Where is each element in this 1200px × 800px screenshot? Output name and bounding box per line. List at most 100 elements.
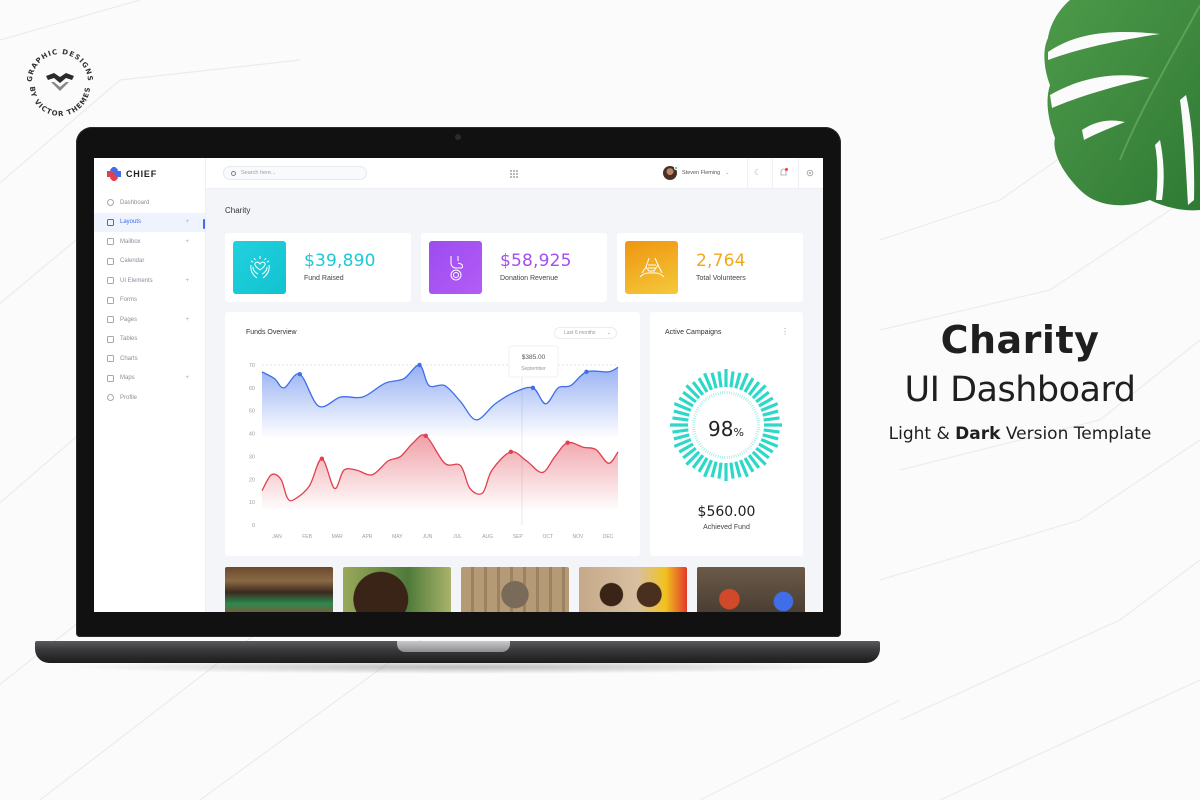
ui-elements-icon	[107, 277, 114, 285]
sidebar-item-maps[interactable]: Maps +	[94, 369, 205, 389]
sidebar-nav: Dashboard Layouts + Mailbox + Calendar UI Elem…	[94, 193, 205, 408]
x-tick-label: FEB	[302, 534, 312, 540]
gauge-tick	[672, 428, 689, 434]
gauge-inner-tick	[744, 398, 748, 401]
gauge-inner-tick	[753, 408, 757, 411]
camera-icon	[455, 134, 461, 140]
gauge-inner-tick	[739, 394, 742, 398]
x-tick-label: JAN	[272, 534, 282, 540]
page-title: Charity	[225, 206, 251, 215]
data-point	[319, 456, 325, 461]
sidebar-item-mailbox[interactable]: Mailbox +	[94, 232, 205, 252]
app-logo[interactable]: CHIEF	[94, 158, 205, 189]
y-tick-label: 60	[249, 386, 255, 392]
stat-value: $39,890	[304, 251, 376, 271]
stat-tile	[625, 241, 678, 294]
gauge-inner-tick	[697, 441, 700, 444]
dashboard-icon	[107, 199, 114, 207]
gauge-inner-tick	[749, 402, 753, 406]
sidebar-item-profile[interactable]: Profile	[94, 388, 205, 408]
more-options-icon[interactable]: ⋮	[781, 328, 789, 336]
sidebar-item-forms[interactable]: Forms	[94, 291, 205, 311]
x-tick-label: MAY	[392, 534, 403, 540]
monstera-leaf-decoration	[1044, 0, 1200, 211]
gauge-inner-tick	[717, 391, 719, 395]
expand-plus-icon: +	[185, 238, 189, 245]
campaign-progress-gauge: 98%	[670, 369, 782, 481]
gauge-inner-tick	[693, 433, 697, 435]
gauge-inner-tick	[731, 455, 733, 459]
hero-tagline: Light & Dark Version Template	[860, 424, 1180, 444]
settings-gear-icon[interactable]	[806, 169, 814, 177]
gauge-inner-tick	[703, 447, 706, 451]
tagline-bold: Dark	[955, 424, 1001, 444]
data-point	[584, 369, 589, 375]
dark-mode-moon-icon[interactable]: ☾	[754, 169, 761, 177]
tooltip-value: $385.00	[522, 354, 546, 361]
sidebar-item-label: UI Elements	[120, 277, 153, 284]
gauge-tick	[710, 461, 718, 478]
gauge-inner-tick	[695, 439, 699, 442]
data-point	[508, 449, 514, 455]
gauge-tick	[734, 461, 742, 478]
stat-label: Total Volunteers	[696, 275, 746, 282]
stat-value: $58,925	[500, 251, 572, 271]
search-input[interactable]: Search here...	[223, 166, 367, 180]
funds-chart[interactable]: JAN FEB MAR APR MAY JUN JUL AUG SEP OCT NOV DEC 0 10…	[225, 312, 640, 556]
gauge-inner-tick	[692, 417, 696, 419]
x-tick-label: NOV	[572, 534, 584, 540]
sidebar-item-ui-elements[interactable]: UI Elements +	[94, 271, 205, 291]
stat-label: Fund Raised	[304, 275, 344, 282]
brand-badge-logo: GRAPHIC DESIGNS BY VICTOR THEMES	[26, 48, 93, 118]
sidebar: CHIEF Dashboard Layouts + Mailbox + Calendar U…	[94, 158, 206, 612]
x-tick-label: OCT	[543, 534, 554, 540]
sidebar-item-dashboard[interactable]: Dashboard	[94, 193, 205, 213]
sidebar-item-pages[interactable]: Pages +	[94, 310, 205, 330]
gauge-inner-tick	[744, 449, 748, 452]
hero-title: Charity	[940, 318, 1100, 362]
joined-hands-icon	[639, 257, 664, 277]
gauge-inner-tick	[693, 413, 697, 415]
campaign-photo[interactable]	[461, 567, 569, 612]
gauge-tick	[763, 428, 780, 434]
sidebar-item-charts[interactable]: Charts	[94, 349, 205, 369]
search-icon	[231, 170, 236, 176]
mail-icon	[107, 238, 114, 246]
x-tick-label: SEP	[513, 534, 524, 540]
laptop-notch	[397, 641, 510, 652]
gauge-tick	[763, 416, 780, 422]
gauge-inner-tick	[746, 399, 749, 403]
sidebar-item-label: Maps	[120, 375, 135, 382]
sidebar-item-layouts[interactable]: Layouts +	[94, 212, 205, 232]
sidebar-item-label: Pages	[120, 316, 138, 323]
sidebar-item-calendar[interactable]: Calendar	[94, 252, 205, 272]
campaign-photo[interactable]	[579, 567, 687, 612]
gauge-inner-tick	[706, 450, 709, 454]
gauge-inner-tick	[706, 396, 709, 400]
gauge-inner-tick	[737, 453, 740, 457]
sidebar-item-label: Tables	[120, 336, 138, 343]
gauge-inner-tick	[694, 437, 698, 440]
active-campaigns-card: Active Campaigns ⋮ 98% $560.00 Achieved …	[650, 312, 803, 556]
apps-grid-icon[interactable]	[510, 170, 518, 178]
gauge-tick	[762, 433, 779, 441]
y-tick-label: 20	[249, 477, 255, 483]
gauge-tick	[710, 372, 718, 389]
gauge-percent: 98%	[708, 417, 744, 441]
chevron-down-icon: ⌄	[725, 170, 730, 176]
sidebar-item-tables[interactable]: Tables	[94, 330, 205, 350]
user-menu[interactable]: Steven Fleming ⌄	[663, 166, 729, 180]
campaign-photo[interactable]	[343, 567, 451, 612]
y-tick-label: 40	[249, 432, 255, 438]
user-name: Steven Fleming	[682, 170, 721, 176]
expand-plus-icon: +	[185, 219, 189, 226]
tagline-suffix: Version Template	[1000, 424, 1152, 444]
gauge-inner-tick	[733, 455, 735, 459]
achieved-label: Achieved Fund	[703, 524, 750, 531]
campaign-photo[interactable]	[697, 567, 805, 612]
gauge-tick	[673, 409, 690, 417]
campaign-photo[interactable]	[225, 567, 333, 612]
gauge-inner-tick	[756, 417, 760, 419]
y-tick-label: 30	[249, 454, 255, 460]
data-point	[297, 371, 303, 377]
